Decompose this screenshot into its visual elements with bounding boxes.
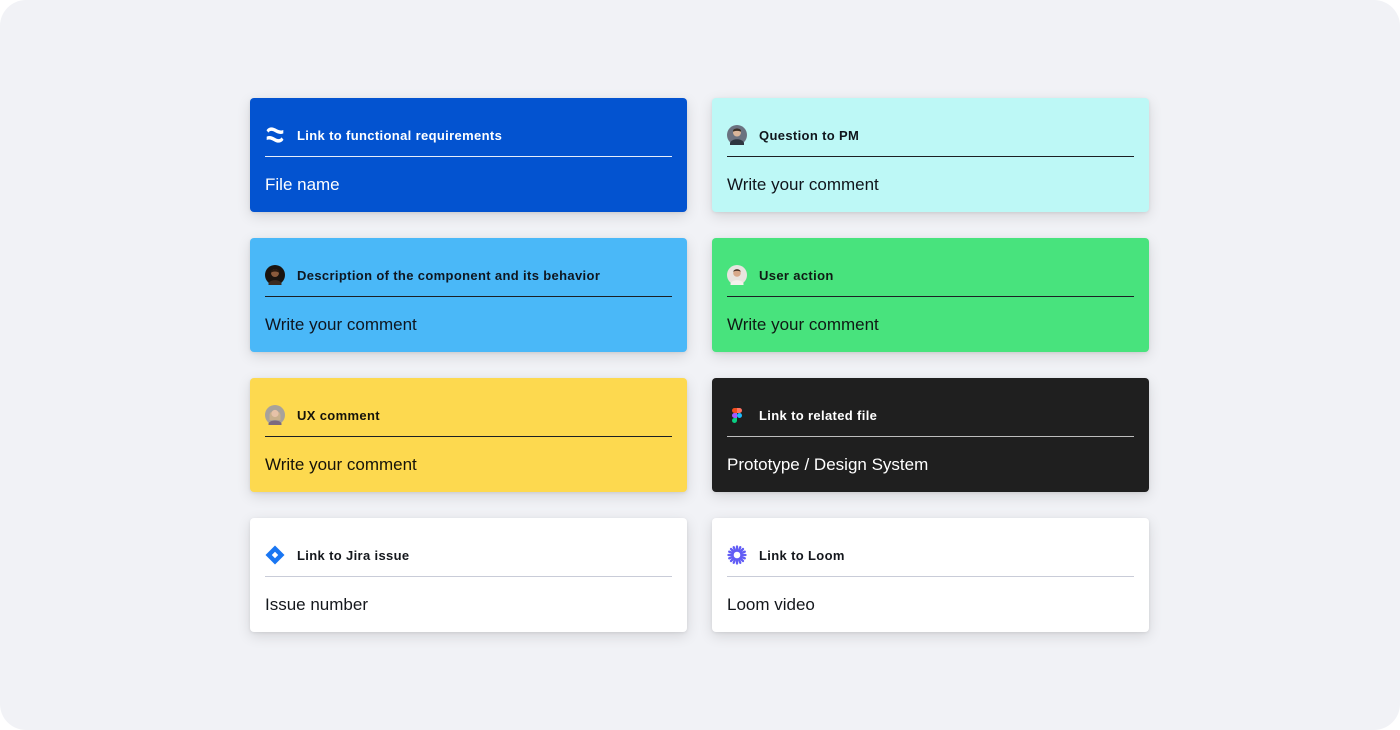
divider xyxy=(727,156,1134,157)
divider xyxy=(265,156,672,157)
card-title: Link to functional requirements xyxy=(297,127,503,143)
card-title: User action xyxy=(759,267,834,283)
card-header: Link to related file xyxy=(727,405,877,425)
card-title: Question to PM xyxy=(759,127,860,143)
avatar xyxy=(265,405,285,425)
card-header: Link to Loom xyxy=(727,545,845,565)
card-title: Link to Loom xyxy=(759,547,845,563)
avatar xyxy=(727,265,747,285)
card-value-field[interactable]: Write your comment xyxy=(265,455,417,475)
confluence-icon xyxy=(265,125,285,145)
divider xyxy=(727,576,1134,577)
card-value-field[interactable]: Write your comment xyxy=(265,315,417,335)
avatar xyxy=(727,125,747,145)
card-header: Link to functional requirements xyxy=(265,125,502,145)
card-user-action[interactable]: User action Write your comment xyxy=(712,238,1149,352)
card-value-field[interactable]: Issue number xyxy=(265,595,368,615)
card-title: Link to related file xyxy=(759,407,878,423)
card-component-description[interactable]: Description of the component and its beh… xyxy=(250,238,687,352)
card-functional-requirements[interactable]: Link to functional requirements File nam… xyxy=(250,98,687,212)
card-value-field[interactable]: File name xyxy=(265,175,340,195)
divider xyxy=(727,436,1134,437)
divider xyxy=(265,436,672,437)
divider xyxy=(265,576,672,577)
figma-icon xyxy=(727,405,747,425)
card-header: Question to PM xyxy=(727,125,859,145)
avatar xyxy=(265,265,285,285)
loom-icon xyxy=(727,545,747,565)
divider xyxy=(727,296,1134,297)
divider xyxy=(265,296,672,297)
card-value-field[interactable]: Write your comment xyxy=(727,315,879,335)
card-header: Link to Jira issue xyxy=(265,545,410,565)
card-ux-comment[interactable]: UX comment Write your comment xyxy=(250,378,687,492)
canvas: Link to functional requirements File nam… xyxy=(0,0,1400,730)
card-loom[interactable]: Link to Loom Loom video xyxy=(712,518,1149,632)
card-title: Link to Jira issue xyxy=(297,547,410,563)
card-header: UX comment xyxy=(265,405,380,425)
card-value-field[interactable]: Write your comment xyxy=(727,175,879,195)
card-title: Description of the component and its beh… xyxy=(297,267,601,283)
card-jira-issue[interactable]: Link to Jira issue Issue number xyxy=(250,518,687,632)
card-title: UX comment xyxy=(297,407,380,423)
card-question-to-pm[interactable]: Question to PM Write your comment xyxy=(712,98,1149,212)
card-header: Description of the component and its beh… xyxy=(265,265,600,285)
jira-icon xyxy=(265,545,285,565)
card-value-field[interactable]: Prototype / Design System xyxy=(727,455,928,475)
card-related-file[interactable]: Link to related file Prototype / Design … xyxy=(712,378,1149,492)
card-value-field[interactable]: Loom video xyxy=(727,595,815,615)
card-header: User action xyxy=(727,265,834,285)
